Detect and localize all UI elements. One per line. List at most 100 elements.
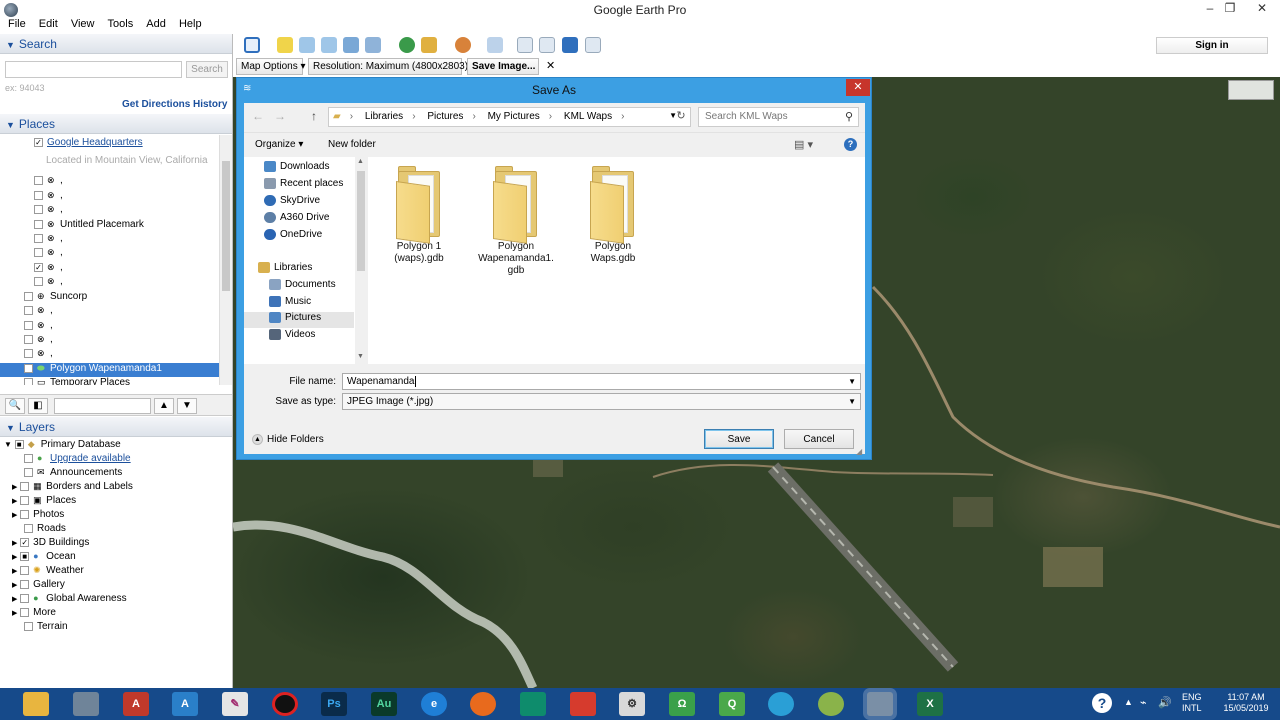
expand-icon[interactable]: ▶: [12, 540, 17, 547]
map-options-dropdown[interactable]: Map Options ▾: [236, 58, 306, 75]
checkbox[interactable]: [24, 335, 33, 344]
history-link[interactable]: History: [193, 99, 227, 110]
layer-roads[interactable]: Roads: [24, 523, 66, 537]
checkbox[interactable]: [20, 496, 30, 505]
get-directions-link[interactable]: Get Directions: [122, 99, 190, 110]
nav-libraries[interactable]: Libraries: [258, 262, 368, 278]
layer-gallery[interactable]: ▶ Gallery: [12, 579, 65, 593]
help-icon[interactable]: ?: [1092, 693, 1112, 713]
app-icon[interactable]: [73, 692, 99, 716]
checkbox[interactable]: ✓: [20, 538, 30, 547]
tree-item[interactable]: ⊗,: [24, 320, 53, 334]
breadcrumb[interactable]: ▰ › Libraries › Pictures › My Pictures › KML…: [328, 107, 691, 127]
expand-icon[interactable]: ▶: [12, 498, 17, 505]
sketchup-icon[interactable]: [570, 692, 596, 716]
file-explorer-icon[interactable]: [23, 692, 49, 716]
autodesk-icon[interactable]: A: [172, 692, 198, 716]
layer-more[interactable]: ▶ More: [12, 607, 56, 621]
autocad-icon[interactable]: A: [123, 692, 149, 716]
tree-item[interactable]: ✓ ⊗,: [34, 262, 63, 276]
add-path-icon[interactable]: [321, 37, 337, 53]
view-in-maps-icon[interactable]: [585, 37, 601, 53]
search-app-icon[interactable]: [768, 692, 794, 716]
menu-tools[interactable]: Tools: [108, 18, 134, 30]
volume-icon[interactable]: 🔊: [1158, 696, 1172, 709]
checkbox[interactable]: [20, 510, 30, 519]
close-options-button[interactable]: ✕: [546, 59, 555, 72]
tree-item[interactable]: ⊗,: [34, 190, 63, 204]
tree-item-google-hq[interactable]: ✓ Google Headquarters: [34, 137, 143, 151]
expand-icon[interactable]: ▶: [12, 596, 17, 603]
tree-item-suncorp[interactable]: ⊕ Suncorp: [24, 291, 87, 305]
cancel-button[interactable]: Cancel: [784, 429, 854, 449]
refresh-icon[interactable]: ↻: [674, 109, 688, 123]
planets-icon[interactable]: [455, 37, 471, 53]
menu-add[interactable]: Add: [146, 18, 166, 30]
hide-folders-button[interactable]: ▲ Hide Folders: [252, 434, 324, 445]
forward-arrow-icon[interactable]: →: [272, 109, 288, 125]
audition-icon[interactable]: Au: [371, 692, 397, 716]
up-arrow-icon[interactable]: ↑: [306, 109, 322, 125]
expand-icon[interactable]: ▶: [12, 610, 17, 617]
search-input[interactable]: [5, 61, 182, 78]
checkbox[interactable]: [20, 566, 30, 575]
nav-pictures[interactable]: Pictures: [244, 312, 354, 328]
move-up-icon[interactable]: ▲: [154, 398, 174, 414]
qgis-icon[interactable]: Q: [719, 692, 745, 716]
print-icon[interactable]: [539, 37, 555, 53]
restore-button[interactable]: ❐: [1216, 1, 1244, 19]
layer-weather[interactable]: ▶ ✺ Weather: [12, 565, 84, 579]
tree-item[interactable]: ⊗,: [24, 305, 53, 319]
file-name-input[interactable]: Wapenamanda ▼: [342, 373, 861, 390]
save-button[interactable]: Save: [704, 429, 774, 449]
folder-item[interactable]: Polygon Waps.gdb: [573, 165, 653, 275]
layer-borders-labels[interactable]: ▶ ▦ Borders and Labels: [12, 481, 133, 495]
breadcrumb-libraries[interactable]: Libraries: [365, 111, 403, 122]
layer-3d-buildings[interactable]: ▶ ✓ 3D Buildings: [12, 537, 89, 551]
tree-item[interactable]: ⊗,: [34, 204, 63, 218]
tools-icon[interactable]: ⚙: [619, 692, 645, 716]
tree-item-untitled-placemark[interactable]: ⊗ Untitled Placemark: [34, 219, 144, 233]
add-polygon-icon[interactable]: [299, 37, 315, 53]
tree-item[interactable]: ⊗,: [24, 348, 53, 362]
chevron-down-icon[interactable]: ▼: [848, 377, 856, 386]
tree-item-temporary-places[interactable]: ▭ Temporary Places: [24, 377, 130, 385]
tree-item[interactable]: ⊗,: [34, 247, 63, 261]
tree-item[interactable]: ⊗,: [34, 276, 63, 290]
checkbox[interactable]: [20, 580, 30, 589]
breadcrumb-kml-waps[interactable]: KML Waps: [564, 111, 612, 122]
omega-app-icon[interactable]: Ω: [669, 692, 695, 716]
help-icon[interactable]: ?: [844, 138, 857, 151]
checkbox[interactable]: [20, 594, 30, 603]
checkbox[interactable]: ■: [20, 552, 30, 561]
checkbox[interactable]: [24, 292, 33, 301]
checkbox[interactable]: [24, 468, 33, 477]
search-section-header[interactable]: ▼ Search: [0, 34, 232, 54]
checkbox[interactable]: ✓: [34, 263, 43, 272]
folder-search-input[interactable]: Search KML Waps ⚲: [698, 107, 859, 127]
layers-section-header[interactable]: ▼ Layers: [0, 417, 232, 437]
tree-item-polygon-wapenamanda1[interactable]: ⬬ Polygon Wapenamanda1: [0, 363, 219, 377]
breadcrumb-pictures[interactable]: Pictures: [427, 111, 463, 122]
scroll-thumb[interactable]: [357, 171, 365, 271]
checkbox[interactable]: [24, 378, 33, 385]
expand-icon[interactable]: ▶: [12, 512, 17, 519]
save-image-button[interactable]: Save Image...: [467, 58, 539, 75]
layer-primary-database[interactable]: ▼ ■ ◆ Primary Database: [4, 439, 121, 453]
scroll-up-icon[interactable]: ▲: [357, 158, 364, 165]
sidebar-toggle-icon[interactable]: [244, 37, 260, 53]
places-filter-input[interactable]: [54, 398, 151, 414]
menu-help[interactable]: Help: [179, 18, 202, 30]
save-image-icon[interactable]: [562, 37, 578, 53]
panel-toggle-icon[interactable]: ◧: [28, 398, 48, 414]
show-hidden-icons-icon[interactable]: ▲: [1124, 697, 1133, 707]
close-window-button[interactable]: ✕: [1248, 1, 1276, 19]
tree-item[interactable]: ⊗,: [34, 233, 63, 247]
expand-icon[interactable]: ▶: [12, 568, 17, 575]
tree-item[interactable]: ⊗,: [24, 334, 53, 348]
checkbox[interactable]: ■: [14, 440, 24, 449]
historical-imagery-icon[interactable]: [399, 37, 415, 53]
language-indicator[interactable]: ENG INTL: [1182, 692, 1202, 714]
internet-explorer-icon[interactable]: e: [421, 692, 447, 716]
nav-scrollbar[interactable]: ▲ ▼: [355, 157, 367, 364]
